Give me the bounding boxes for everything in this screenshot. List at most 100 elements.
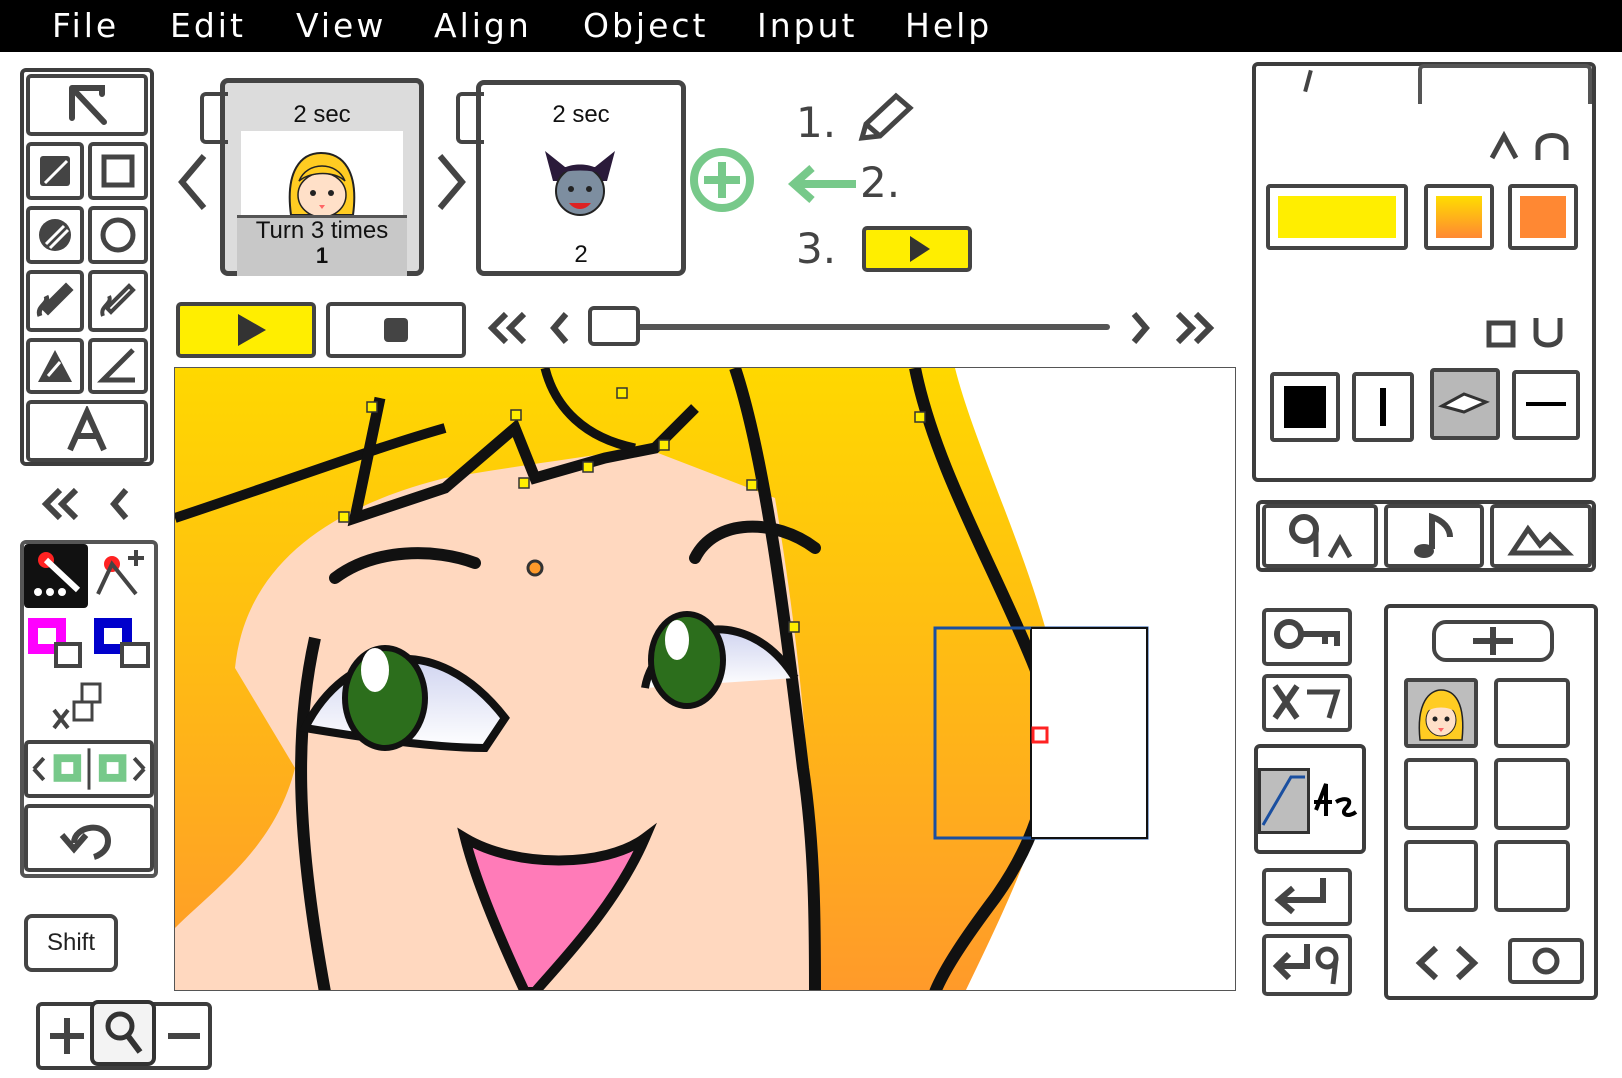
page-1-tab — [200, 92, 228, 144]
rewind-button[interactable] — [40, 484, 82, 528]
sound-icon — [1289, 514, 1353, 559]
object-page-nav[interactable] — [1410, 940, 1484, 990]
next-frame-button[interactable] — [1128, 308, 1154, 352]
page-1-preview — [241, 131, 403, 215]
zoom-reset-button[interactable] — [90, 1000, 156, 1066]
object-slot-3[interactable] — [1404, 758, 1478, 830]
color-panel-tab — [1418, 64, 1592, 104]
shift-button[interactable]: Shift — [24, 914, 118, 972]
girl-face-icon — [288, 151, 356, 215]
text-icon — [67, 406, 107, 452]
first-frame-button[interactable] — [484, 308, 530, 352]
camera-button[interactable] — [1508, 938, 1584, 984]
image-button[interactable] — [1490, 504, 1592, 568]
ellipse-outline-tool[interactable] — [88, 206, 148, 264]
page-thumbnail-1[interactable]: 2 sec Turn 3 times 1 — [220, 78, 424, 276]
timeline-slider-handle[interactable] — [588, 306, 640, 346]
menu-view[interactable]: View — [296, 6, 386, 45]
ellipse-fill-tool[interactable] — [26, 206, 84, 264]
edit-points-button[interactable] — [24, 544, 88, 608]
round-cap-icon — [1533, 318, 1563, 348]
drawing-canvas[interactable] — [174, 367, 1236, 991]
line-width-button[interactable] — [1352, 372, 1414, 442]
ease-curve-icon — [1261, 775, 1305, 826]
delete-point-button[interactable] — [50, 680, 110, 734]
select-tool-button[interactable] — [26, 74, 148, 136]
return-button[interactable] — [1262, 868, 1352, 926]
object-slot-5[interactable] — [1404, 840, 1478, 912]
freehand-fill-tool[interactable] — [26, 270, 84, 332]
prev-page-arrow[interactable] — [176, 150, 210, 218]
back-button[interactable] — [106, 484, 134, 528]
rewind-icon — [41, 487, 79, 521]
step-2-label: 2. — [860, 158, 901, 207]
object-slot-6[interactable] — [1494, 840, 1570, 912]
fill-color-swatch[interactable] — [1266, 184, 1408, 250]
play-button[interactable] — [176, 302, 316, 358]
prev-frame-button[interactable] — [546, 308, 572, 352]
second-color-swatch[interactable] — [1508, 184, 1578, 250]
menu-object[interactable]: Object — [583, 6, 708, 45]
add-point-button[interactable] — [92, 544, 154, 608]
handwriting-button[interactable] — [1310, 778, 1360, 828]
zoom-out-button[interactable] — [160, 1008, 208, 1068]
menu-input[interactable]: Input — [757, 6, 857, 45]
magnifier-icon — [105, 1011, 143, 1054]
raise-button[interactable] — [1486, 128, 1522, 166]
timeline-track[interactable] — [596, 324, 1110, 330]
line-color-button[interactable] — [92, 614, 154, 668]
key-input-button[interactable] — [1262, 608, 1352, 666]
line-solid-button[interactable] — [1512, 370, 1580, 440]
step-3-play-icon — [862, 226, 972, 272]
freehand-outline-tool[interactable] — [88, 270, 148, 332]
pencil-icon — [858, 92, 914, 141]
return-go-button[interactable] — [1262, 934, 1352, 996]
music-note-icon — [1414, 512, 1453, 558]
cross-key-icon — [1272, 684, 1341, 720]
rectangle-fill-icon — [40, 156, 70, 186]
page-2-number: 2 — [574, 241, 588, 268]
sound-effect-button[interactable] — [1262, 504, 1378, 568]
menu-align[interactable]: Align — [434, 6, 532, 45]
triangle-fill-icon — [38, 350, 72, 382]
cap-square-button[interactable] — [1484, 318, 1518, 354]
undo-button[interactable] — [24, 804, 154, 872]
stop-button[interactable] — [326, 302, 466, 358]
fill-color-button[interactable] — [26, 614, 84, 668]
object-slot-2[interactable] — [1494, 678, 1570, 748]
last-frame-button[interactable] — [1172, 308, 1218, 352]
rectangle-outline-icon — [101, 154, 135, 188]
remove-key-button[interactable] — [1262, 674, 1352, 732]
round-button[interactable] — [1532, 128, 1572, 168]
add-object-button[interactable] — [1432, 620, 1554, 662]
line-color-swatch[interactable] — [1270, 372, 1340, 442]
menu-help[interactable]: Help — [905, 6, 992, 45]
object-slot-4[interactable] — [1494, 758, 1570, 830]
rewind-icon — [487, 311, 527, 345]
gradient-swatch[interactable] — [1424, 184, 1494, 250]
cap-round-button[interactable] — [1530, 314, 1566, 354]
add-page-button[interactable] — [686, 144, 758, 220]
rect-outline-tool[interactable] — [88, 142, 148, 200]
menu-edit[interactable]: Edit — [170, 6, 246, 45]
play-icon — [238, 314, 266, 346]
stop-icon — [384, 318, 408, 342]
rect-fill-tool[interactable] — [26, 142, 84, 200]
polygon-fill-tool[interactable] — [26, 338, 84, 394]
return-icon — [1274, 878, 1326, 915]
zoom-in-button[interactable] — [42, 1008, 92, 1068]
vampire-face-icon — [545, 151, 615, 216]
fill-color-icon — [28, 618, 82, 668]
easing-curve-button[interactable] — [1258, 768, 1310, 834]
next-page-arrow[interactable] — [434, 150, 468, 218]
text-tool[interactable] — [26, 400, 148, 462]
pencil-outline-icon — [100, 283, 136, 317]
pencil-fill-icon — [36, 282, 74, 317]
line-tool[interactable] — [88, 338, 148, 394]
line-style-button[interactable] — [1430, 368, 1500, 440]
page-thumbnail-2[interactable]: 2 sec 2 — [476, 80, 686, 276]
object-slot-1[interactable] — [1404, 678, 1478, 748]
menu-file[interactable]: File — [52, 6, 119, 45]
align-points-button[interactable] — [24, 740, 154, 798]
music-button[interactable] — [1384, 504, 1484, 568]
